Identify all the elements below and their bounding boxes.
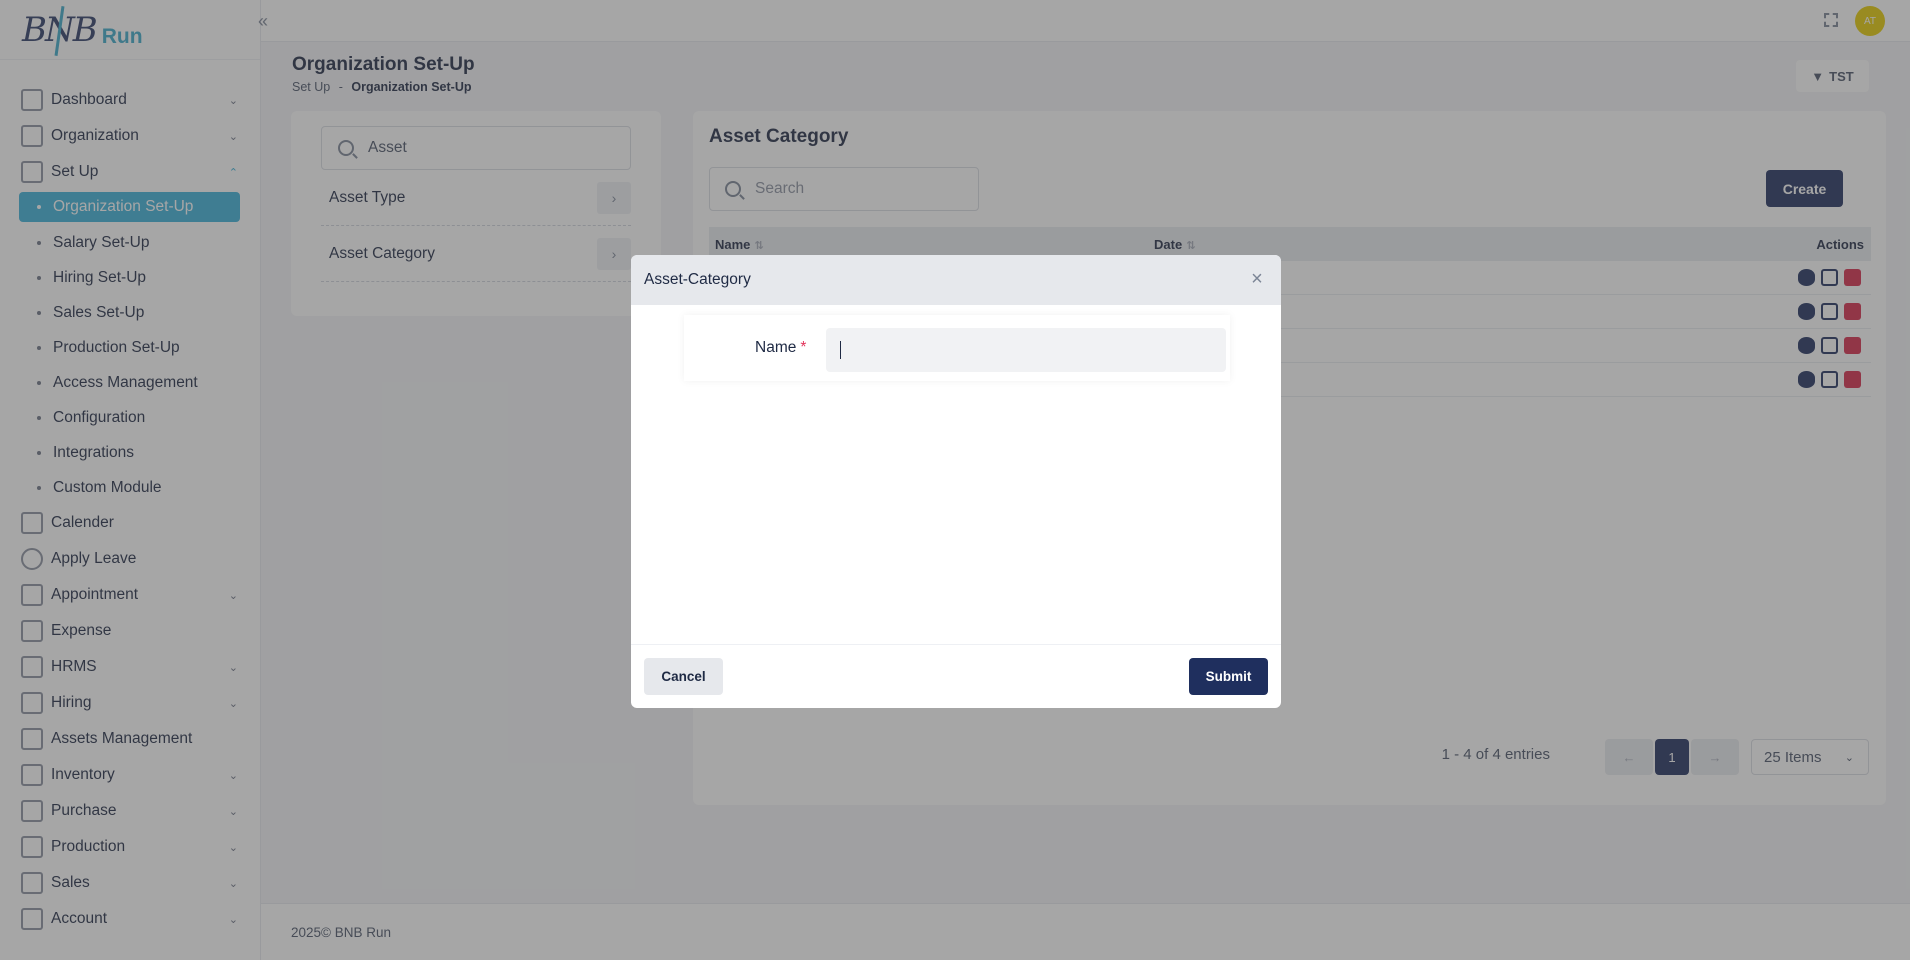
- cancel-button[interactable]: Cancel: [644, 658, 723, 695]
- modal-title: Asset-Category: [644, 271, 751, 288]
- modal-footer: Cancel Submit: [631, 644, 1281, 708]
- name-label: Name *: [755, 339, 807, 356]
- name-input[interactable]: [826, 328, 1226, 372]
- asset-category-modal: Asset-Category × Name * Cancel Submit: [631, 255, 1281, 708]
- required-mark: *: [800, 339, 807, 356]
- form-row: Name *: [684, 315, 1230, 381]
- close-icon[interactable]: ×: [1247, 268, 1267, 290]
- submit-button[interactable]: Submit: [1189, 658, 1268, 695]
- text-cursor: [840, 341, 841, 359]
- modal-header: Asset-Category ×: [631, 255, 1281, 305]
